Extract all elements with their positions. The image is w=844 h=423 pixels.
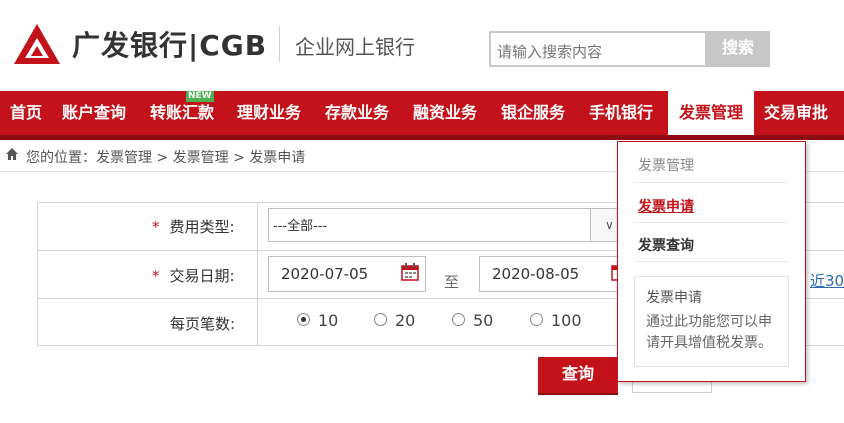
- header-subtitle: 企业网上银行: [295, 35, 415, 59]
- main-nav: 首页 账户查询 转账汇款 理财业务 存款业务 融资业务 银企服务 手机银行 发票…: [0, 91, 844, 135]
- breadcrumb-text: 您的位置：发票管理 > 发票管理 > 发票申请: [26, 150, 306, 166]
- dropdown-divider: [634, 261, 788, 262]
- nav-item-invoice[interactable]: 发票管理: [668, 91, 754, 135]
- query-button[interactable]: 查询: [538, 357, 618, 393]
- trade-date-label: * 交易日期:: [152, 267, 235, 285]
- page-size-radio-100[interactable]: [530, 313, 543, 326]
- cgb-logo-icon: [14, 24, 60, 64]
- home-icon: [6, 148, 18, 160]
- chevron-down-icon: ∨: [605, 218, 614, 232]
- search-input[interactable]: [489, 31, 707, 67]
- nav-item-wealth[interactable]: 理财业务: [237, 91, 301, 135]
- fee-type-value: ---全部---: [273, 219, 328, 234]
- menu-description-card: 发票申请 通过此功能您可以申请开具增值税发票。: [634, 276, 789, 367]
- page: 广发银行|CGB 企业网上银行 搜索 首页 账户查询 转账汇款 理财业务 存款业…: [0, 0, 844, 423]
- nav-item-mobile-bank[interactable]: 手机银行: [589, 91, 653, 135]
- brand-name: 广发银行|CGB: [72, 29, 268, 62]
- nav-item-financing[interactable]: 融资业务: [413, 91, 477, 135]
- menu-item-invoice-apply[interactable]: 发票申请: [638, 196, 694, 216]
- header-divider: [279, 26, 280, 62]
- last-30-days-link[interactable]: 近30天: [810, 270, 844, 291]
- calendar-icon[interactable]: [401, 263, 419, 281]
- dropdown-divider: [634, 222, 788, 223]
- page-size-radio-10[interactable]: [297, 313, 310, 326]
- date-range-separator: 至: [444, 273, 460, 291]
- header: 广发银行|CGB 企业网上银行 搜索: [0, 0, 844, 90]
- nav-item-home[interactable]: 首页: [10, 91, 42, 135]
- nav-item-deposit[interactable]: 存款业务: [325, 91, 389, 135]
- end-date-input[interactable]: 2020-08-05: [479, 256, 629, 292]
- page-size-option-label: 20: [395, 311, 416, 330]
- required-mark: *: [152, 218, 160, 236]
- new-badge: NEW: [186, 91, 214, 102]
- description-title: 发票申请: [646, 290, 702, 306]
- required-mark: *: [152, 267, 160, 285]
- dropdown-divider: [634, 182, 788, 183]
- page-size-option-label: 100: [551, 311, 582, 330]
- description-text: 通过此功能您可以申请开具增值税发票。: [646, 314, 772, 351]
- fee-type-select[interactable]: ---全部--- ∨: [268, 208, 628, 242]
- nav-item-bank-enterprise[interactable]: 银企服务: [501, 91, 565, 135]
- dropdown-heading: 发票管理: [638, 158, 694, 174]
- page-size-option-label: 50: [473, 311, 494, 330]
- invoice-dropdown-menu: 发票管理 发票申请 发票查询 发票申请 通过此功能您可以申请开具增值税发票。: [617, 141, 806, 382]
- nav-item-account-query[interactable]: 账户查询: [62, 91, 126, 135]
- nav-item-approval[interactable]: 交易审批: [764, 91, 828, 135]
- page-size-radio-50[interactable]: [452, 313, 465, 326]
- page-size-option-label: 10: [318, 311, 339, 330]
- page-size-label: 每页笔数:: [170, 315, 236, 333]
- fee-type-label: * 费用类型:: [152, 218, 235, 236]
- menu-item-invoice-query[interactable]: 发票查询: [638, 235, 694, 255]
- column-divider: [257, 202, 258, 346]
- page-size-radio-20[interactable]: [374, 313, 387, 326]
- search-button[interactable]: 搜索: [706, 31, 770, 67]
